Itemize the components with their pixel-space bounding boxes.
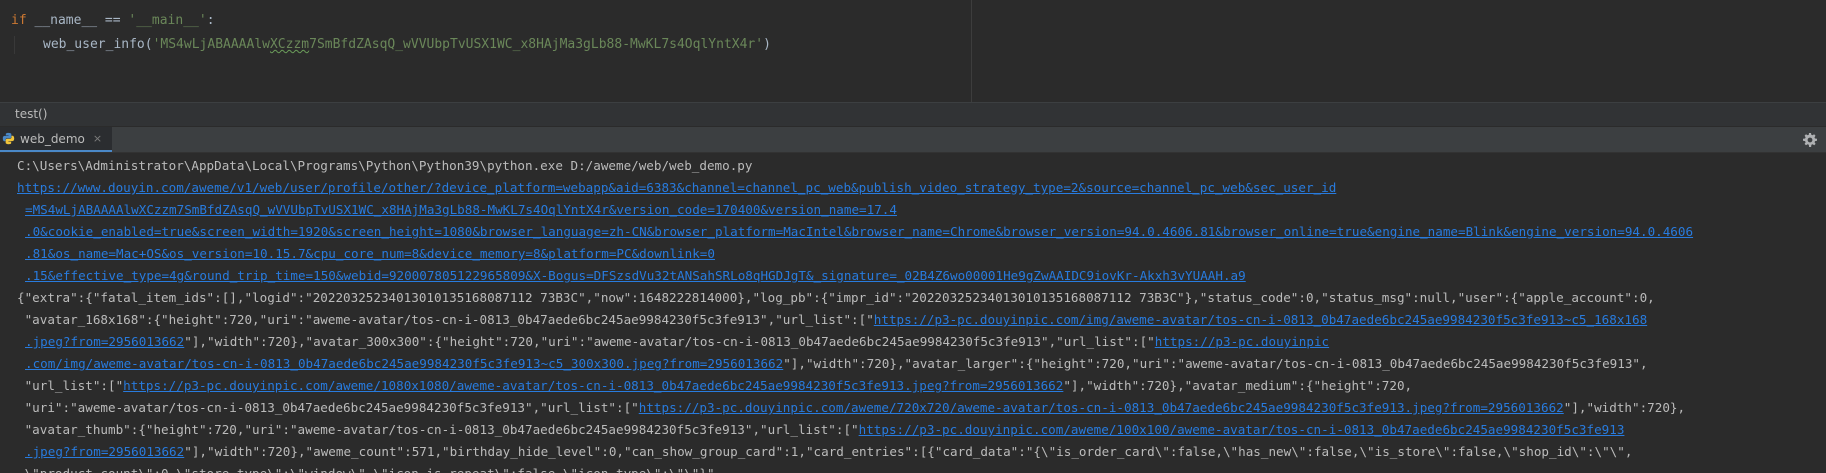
code-line-2: web_user_info('MS4wLjABAAAAlwXCzzm7SmBfd… <box>43 36 771 54</box>
console-link[interactable]: https://p3-pc.douyinpic.com/img/aweme-av… <box>874 312 1647 327</box>
output-text: "],"width":720},"avatar_medium":{"height… <box>1063 378 1413 393</box>
indent-guide <box>14 36 15 54</box>
console-link[interactable]: https://p3-pc.douyinpic <box>1155 334 1329 349</box>
console-output-line: .jpeg?from=2956013662"],"width":720},"aw… <box>25 441 1632 463</box>
output-text: "],"width":720},"aweme_count":571,"birth… <box>184 444 1633 459</box>
function-call: web_user_info( <box>43 37 153 52</box>
keyword-if: if <box>11 13 27 28</box>
output-text: "avatar_thumb":{"height":720,"uri":"awem… <box>17 422 859 437</box>
code-editor[interactable]: if __name__ == '__main__': web_user_info… <box>0 0 1826 102</box>
string-literal: 7SmBfdZAsqQ_wVVUbpTvUSX1WC_x8HAjMa3gLb88… <box>309 37 764 52</box>
console-link[interactable]: https://p3-pc.douyinpic.com/aweme/720x72… <box>639 400 1564 415</box>
console-output-line: "uri":"aweme-avatar/tos-cn-i-0813_0b47ae… <box>17 397 1686 419</box>
console-link[interactable]: .0&cookie_enabled=true&screen_width=1920… <box>25 221 1693 243</box>
tab-label: web_demo <box>20 131 85 146</box>
console-output-line: "avatar_thumb":{"height":720,"uri":"awem… <box>17 419 1625 441</box>
console-link[interactable]: .81&os_name=Mac+OS&os_version=10.15.7&cp… <box>25 243 715 265</box>
console-command: C:\Users\Administrator\AppData\Local\Pro… <box>17 158 753 173</box>
output-text: "uri":"aweme-avatar/tos-cn-i-0813_0b47ae… <box>17 400 639 415</box>
output-text: "],"width":720}, <box>1563 400 1686 415</box>
string-literal: '__main__' <box>128 13 207 28</box>
console-link[interactable]: .jpeg?from=2956013662 <box>25 334 184 349</box>
output-text: "url_list":[" <box>17 378 124 393</box>
console-output-line: .com/img/aweme-avatar/tos-cn-i-0813_0b47… <box>25 353 1648 375</box>
console-output-line: {"extra":{"fatal_item_ids":[],"logid":"2… <box>17 290 1655 305</box>
close-icon[interactable]: × <box>93 132 102 145</box>
console-output-line: "url_list":["https://p3-pc.douyinpic.com… <box>17 375 1413 397</box>
code-text: : <box>206 13 215 28</box>
console-link[interactable]: .jpeg?from=2956013662 <box>25 444 184 459</box>
console-output-line: .jpeg?from=2956013662"],"width":720},"av… <box>25 331 1329 353</box>
console-link[interactable]: https://www.douyin.com/aweme/v1/web/user… <box>17 177 1336 199</box>
console-link[interactable]: https://p3-pc.douyinpic.com/aweme/100x10… <box>859 422 1625 437</box>
console-link[interactable]: https://p3-pc.douyinpic.com/aweme/1080x1… <box>123 378 1063 393</box>
breadcrumb-item[interactable]: test() <box>15 107 47 121</box>
code-text: ) <box>763 37 771 52</box>
right-margin-guide <box>971 0 972 102</box>
console-output-line: \"product_count\":0,\"store_type\":\"win… <box>17 463 723 473</box>
console-link[interactable]: =MS4wLjABAAAAlwXCzzm7SmBfdZAsqQ_wVVUbpTv… <box>25 199 897 221</box>
code-text: __name__ == <box>26 13 129 28</box>
string-literal: 'MS4wLjABAAAAlw <box>152 37 270 52</box>
output-text: "],"width":720},"avatar_300x300":{"heigh… <box>184 334 1155 349</box>
console-output-line: "avatar_168x168":{"height":720,"uri":"aw… <box>17 309 1648 331</box>
typo-highlight: XCzzm <box>269 37 310 52</box>
run-console[interactable]: C:\Users\Administrator\AppData\Local\Pro… <box>0 153 1826 473</box>
console-link[interactable]: .15&effective_type=4g&round_trip_time=15… <box>25 265 1246 287</box>
code-line-1: if __name__ == '__main__': <box>11 12 215 30</box>
console-link[interactable]: .com/img/aweme-avatar/tos-cn-i-0813_0b47… <box>25 356 783 371</box>
tab-web-demo[interactable]: web_demo × <box>0 127 113 152</box>
output-text: "],"width":720},"avatar_larger":{"height… <box>783 356 1648 371</box>
ide-window: if __name__ == '__main__': web_user_info… <box>0 0 1826 473</box>
python-icon <box>2 132 15 145</box>
output-text: "avatar_168x168":{"height":720,"uri":"aw… <box>17 312 874 327</box>
breadcrumb: test() <box>0 102 1826 126</box>
gear-icon[interactable] <box>1802 132 1818 148</box>
run-toolwindow-header: web_demo × <box>0 127 1826 153</box>
